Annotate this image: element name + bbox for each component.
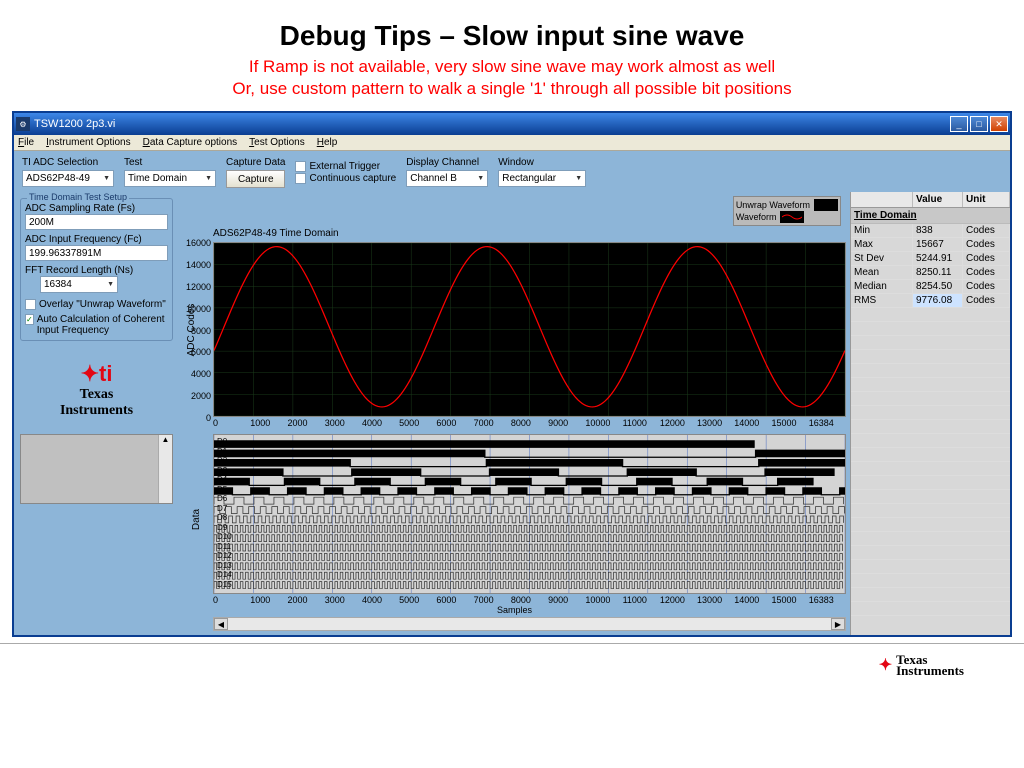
chevron-down-icon: ▼ xyxy=(107,281,114,288)
stats-row: St Dev5244.91Codes xyxy=(851,252,1010,266)
fc-label: ADC Input Frequency (Fc) xyxy=(25,234,168,245)
time-domain-setup-fieldset: Time Domain Test Setup ADC Sampling Rate… xyxy=(20,198,173,341)
stats-row: Median8254.50Codes xyxy=(851,280,1010,294)
xtick-row-2: 0100020003000400050006000700080009000100… xyxy=(213,594,846,605)
test-label: Test xyxy=(124,157,216,168)
overlay-checkbox[interactable] xyxy=(25,299,36,310)
maximize-button[interactable]: □ xyxy=(970,116,988,132)
preview-box: ▲ xyxy=(20,434,173,504)
fs-input[interactable] xyxy=(25,214,168,230)
fc-input[interactable] xyxy=(25,245,168,261)
menu-test[interactable]: Test Options xyxy=(249,137,305,148)
slide-subtitle-1: If Ramp is not available, very slow sine… xyxy=(0,57,1024,79)
scrollbar[interactable]: ▲ xyxy=(158,435,172,503)
menu-file[interactable]: File xyxy=(18,137,34,148)
legend-waveform: Waveform xyxy=(736,212,777,222)
footer: ✦ TexasInstruments xyxy=(0,643,1024,685)
capture-label: Capture Data xyxy=(226,157,285,168)
continuous-capture-label: Continuous capture xyxy=(309,173,396,184)
chart-title: ADS62P48-49 Time Domain xyxy=(213,228,846,239)
chevron-down-icon: ▼ xyxy=(103,175,110,182)
autocalc-label: Auto Calculation of Coherent Input Frequ… xyxy=(37,314,168,336)
display-channel-combo[interactable]: Channel B▼ xyxy=(406,170,488,187)
xtick-row: 0100020003000400050006000700080009000100… xyxy=(213,417,846,428)
col-unit: Unit xyxy=(963,192,1010,207)
ti-footer-icon: ✦ xyxy=(879,655,892,675)
capture-button[interactable]: Capture xyxy=(226,170,285,188)
scroll-right-icon[interactable]: ▶ xyxy=(831,618,845,630)
legend-unwrap: Unwrap Waveform xyxy=(736,200,810,210)
waveform-chart[interactable]: ADC Codes 020004000600080001000012000140… xyxy=(213,242,846,417)
menu-instrument[interactable]: Instrument Options xyxy=(46,137,131,148)
slide-subtitle-2: Or, use custom pattern to walk a single … xyxy=(0,79,1024,101)
slide-title: Debug Tips – Slow input sine wave xyxy=(0,0,1024,57)
ti-logo: ✦ti TexasInstruments xyxy=(20,361,173,419)
ti-footer-name: TexasInstruments xyxy=(896,654,964,676)
external-trigger-label: External Trigger xyxy=(309,161,380,172)
window-combo[interactable]: Rectangular▼ xyxy=(498,170,586,187)
center-pane: Unwrap Waveform Waveform ADS62P48-49 Tim… xyxy=(179,192,850,635)
autocalc-checkbox[interactable]: ✓ xyxy=(25,314,34,325)
horizontal-scrollbar[interactable]: ◀ ▶ xyxy=(213,617,846,631)
continuous-capture-checkbox[interactable] xyxy=(295,173,306,184)
stats-row: RMS9776.08Codes xyxy=(851,294,1010,308)
fs-label: ADC Sampling Rate (Fs) xyxy=(25,203,168,214)
minimize-button[interactable]: _ xyxy=(950,116,968,132)
window-label: Window xyxy=(498,157,586,168)
app-window: ⚙ TSW1200 2p3.vi _ □ ✕ File Instrument O… xyxy=(12,111,1012,637)
ns-label: FFT Record Length (Ns) xyxy=(25,265,168,276)
chevron-down-icon: ▼ xyxy=(575,175,582,182)
top-controls: TI ADC Selection ADS62P48-49▼ Test Time … xyxy=(14,151,1010,192)
menubar: File Instrument Options Data Capture opt… xyxy=(14,135,1010,151)
adc-select-combo[interactable]: ADS62P48-49▼ xyxy=(22,170,114,187)
test-combo[interactable]: Time Domain▼ xyxy=(124,170,216,187)
ti-chip-icon: ✦ti xyxy=(20,361,173,387)
stats-row: Min838Codes xyxy=(851,224,1010,238)
samples-label: Samples xyxy=(183,605,846,615)
menu-datacapture[interactable]: Data Capture options xyxy=(143,137,238,148)
ns-combo[interactable]: 16384▼ xyxy=(40,276,118,293)
external-trigger-checkbox[interactable] xyxy=(295,161,306,172)
col-value: Value xyxy=(913,192,963,207)
app-icon: ⚙ xyxy=(16,117,30,131)
chevron-down-icon: ▼ xyxy=(205,175,212,182)
stats-section-header: Time Domain xyxy=(851,208,1010,224)
window-title: TSW1200 2p3.vi xyxy=(34,118,115,130)
close-button[interactable]: ✕ xyxy=(990,116,1008,132)
menu-help[interactable]: Help xyxy=(317,137,338,148)
display-channel-label: Display Channel xyxy=(406,157,488,168)
titlebar: ⚙ TSW1200 2p3.vi _ □ ✕ xyxy=(14,113,1010,135)
adc-select-label: TI ADC Selection xyxy=(22,157,114,168)
stats-row: Mean8250.11Codes xyxy=(851,266,1010,280)
stats-pane: Value Unit Time Domain Min838CodesMax156… xyxy=(850,192,1010,635)
digital-data-plot[interactable]: Data D0D1D2D3D4D5D6D7D8D9D10D11D12D13D14… xyxy=(213,434,846,594)
scroll-left-icon[interactable]: ◀ xyxy=(214,618,228,630)
stats-row: Max15667Codes xyxy=(851,238,1010,252)
left-pane: Time Domain Test Setup ADC Sampling Rate… xyxy=(14,192,179,635)
overlay-label: Overlay "Unwrap Waveform" xyxy=(39,299,166,310)
chevron-down-icon: ▼ xyxy=(477,175,484,182)
legend-box: Unwrap Waveform Waveform xyxy=(733,196,841,226)
